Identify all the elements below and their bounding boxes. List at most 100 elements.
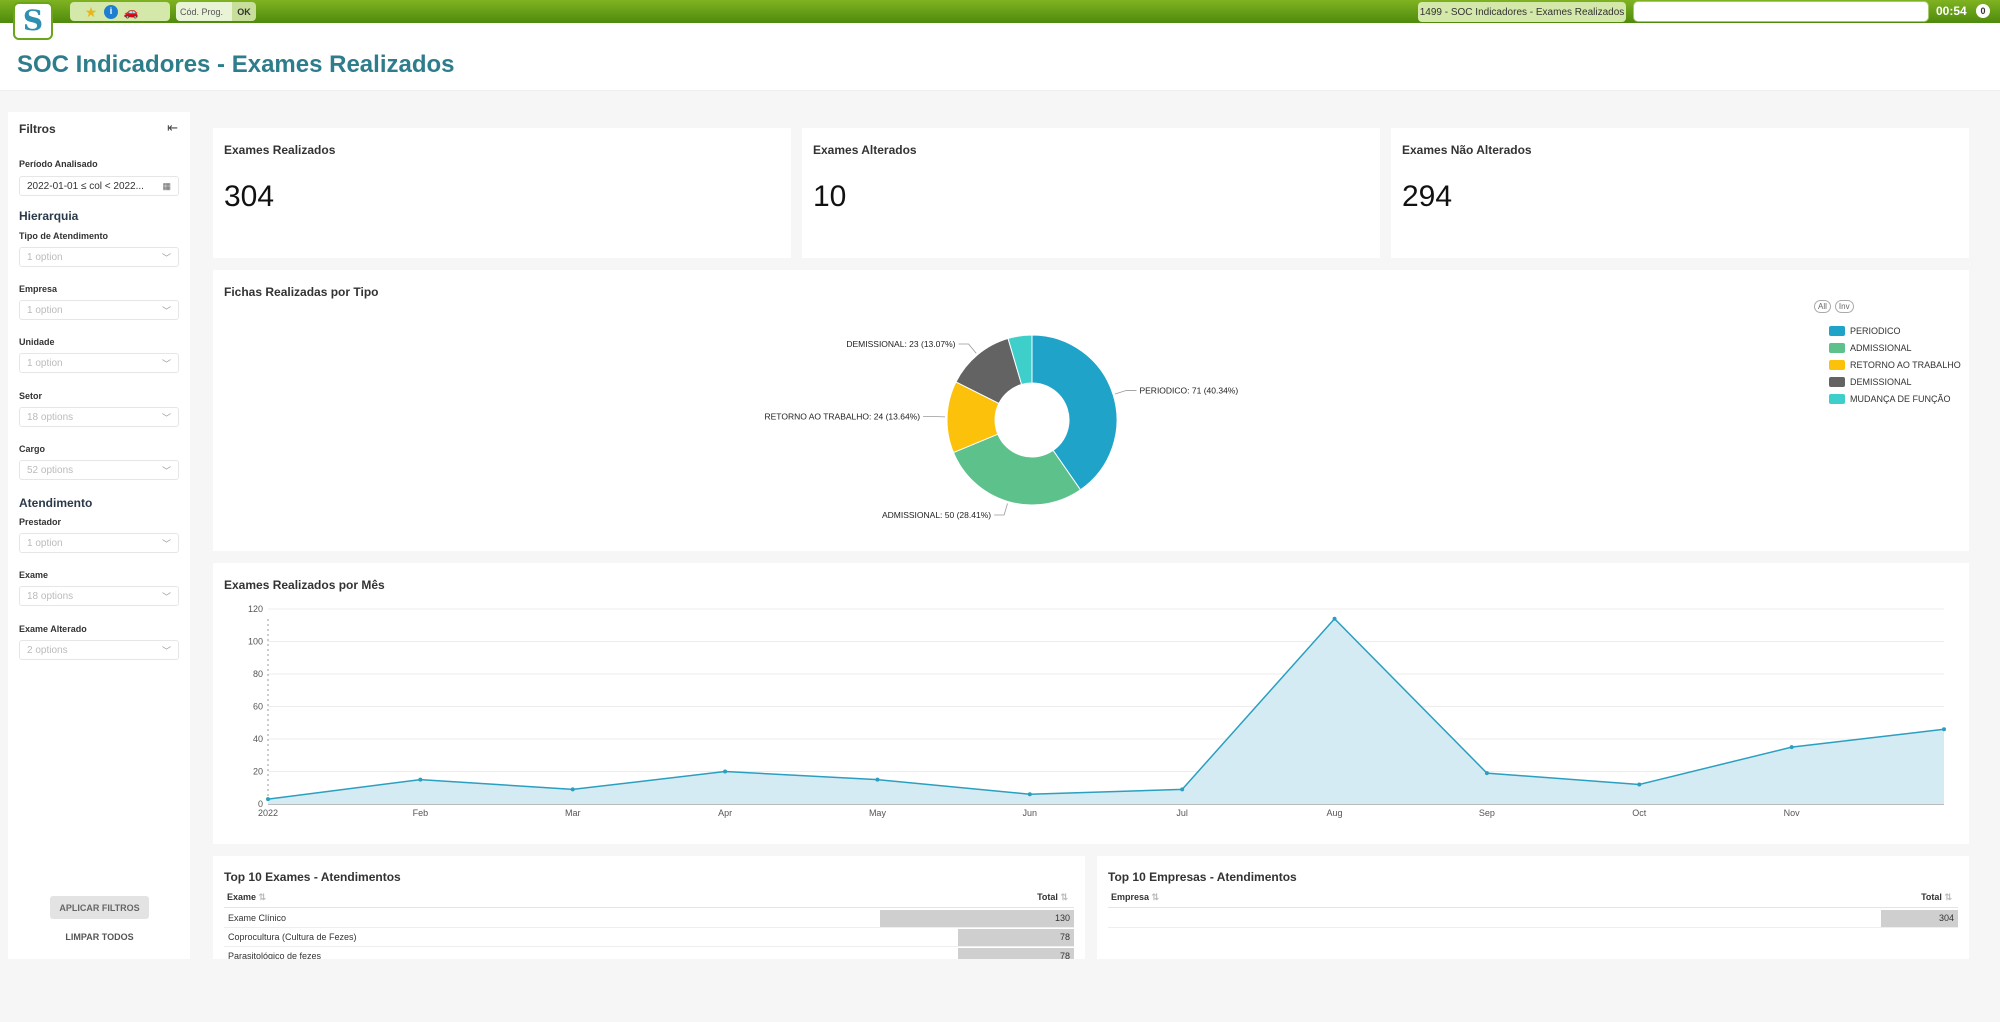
table-row[interactable]: Coprocultura (Cultura de Fezes) 78 — [224, 928, 1074, 947]
unidade-value: 1 option — [27, 357, 63, 369]
x-tick-label: Sep — [1479, 808, 1495, 818]
session-clock: 00:54 — [1936, 4, 1967, 18]
data-point[interactable] — [418, 777, 423, 782]
legend-label: ADMISSIONAL — [1850, 342, 1912, 353]
legend-invert-button[interactable]: Inv — [1834, 300, 1854, 313]
chevron-down-icon: ﹀ — [161, 539, 171, 549]
global-search-input[interactable] — [1633, 1, 1929, 22]
x-tick-label: Mar — [565, 808, 581, 818]
chevron-down-icon: ﹀ — [161, 592, 171, 602]
data-point[interactable] — [1637, 782, 1642, 787]
y-tick-label: 40 — [253, 734, 263, 744]
screen-title-tab[interactable]: 1499 - SOC Indicadores - Exames Realizad… — [1418, 2, 1626, 22]
x-tick-label: May — [869, 808, 887, 818]
setor-select[interactable]: 18 options ﹀ — [19, 407, 179, 427]
exame-alterado-select[interactable]: 2 options ﹀ — [19, 640, 179, 660]
program-code-ok-button[interactable]: OK — [232, 2, 256, 21]
x-tick-label: Feb — [413, 808, 429, 818]
x-tick-label: Aug — [1327, 808, 1343, 818]
kpi-nao-alterados-value: 294 — [1402, 180, 1453, 213]
total-column-header[interactable]: Total ⇅ — [1921, 892, 1952, 903]
pie-chart-card: Fichas Realizadas por Tipo PERIODICO: 71… — [213, 270, 1969, 551]
y-tick-label: 80 — [253, 669, 263, 679]
collapse-sidebar-icon[interactable]: ⇤ — [167, 120, 178, 136]
table-row[interactable]: Parasitológico de fezes 78 — [224, 947, 1074, 959]
kpi-realizados-value: 304 — [224, 180, 275, 213]
app-logo[interactable]: S — [13, 2, 53, 40]
top-exames-table-card: Top 10 Exames - Atendimentos Exame ⇅ Tot… — [213, 856, 1085, 959]
line-chart-card: Exames Realizados por Mês 0 20 40 60 80 100 12… — [213, 563, 1969, 844]
sort-icon: ⇅ — [258, 892, 267, 902]
area-fill — [268, 618, 1944, 804]
tipo-atendimento-label: Tipo de Atendimento — [19, 231, 108, 241]
legend-swatch — [1829, 376, 1845, 387]
data-point[interactable] — [1180, 787, 1185, 792]
total-column-label: Total — [1921, 892, 1942, 902]
data-point[interactable] — [1484, 771, 1489, 776]
kpi-alterados-value: 10 — [813, 180, 847, 213]
favorites-toolbar: ★ i 🚗 — [70, 2, 170, 21]
kpi-card-realizados: Exames Realizados 304 — [213, 128, 791, 258]
data-point[interactable] — [570, 787, 575, 792]
pie-slice-label: PERIODICO: 71 (40.34%) — [1139, 385, 1238, 395]
sort-icon: ⇅ — [1151, 892, 1160, 902]
program-code-input[interactable]: Cód. Prog. — [176, 2, 232, 21]
notification-badge[interactable]: 0 — [1976, 4, 1990, 18]
data-point[interactable] — [723, 769, 728, 774]
empresa-column-label: Empresa — [1111, 892, 1150, 902]
data-point[interactable] — [1942, 727, 1946, 732]
cargo-select[interactable]: 52 options ﹀ — [19, 460, 179, 480]
sort-icon: ⇅ — [1060, 892, 1068, 902]
tipo-atendimento-select[interactable]: 1 option ﹀ — [19, 247, 179, 267]
x-tick-label: Jun — [1023, 808, 1038, 818]
unidade-select[interactable]: 1 option ﹀ — [19, 353, 179, 373]
kpi-realizados-title: Exames Realizados — [224, 143, 336, 157]
legend-swatch — [1829, 393, 1845, 404]
legend-label: RETORNO AO TRABALHO — [1850, 359, 1961, 370]
data-point[interactable] — [1332, 616, 1337, 621]
table-row[interactable]: 304 — [1108, 909, 1958, 928]
apply-filters-button[interactable]: APLICAR FILTROS — [50, 896, 149, 919]
kpi-card-alterados: Exames Alterados 10 — [802, 128, 1380, 258]
legend-item[interactable]: DEMISSIONAL — [1829, 373, 1961, 390]
period-date-range-input[interactable]: 2022-01-01 ≤ col < 2022... ▦ — [19, 176, 179, 196]
top-empresas-table-card: Top 10 Empresas - Atendimentos Empresa ⇅… — [1097, 856, 1969, 959]
total-column-header[interactable]: Total ⇅ — [1037, 892, 1068, 903]
data-point[interactable] — [1789, 745, 1794, 750]
calendar-icon: ▦ — [162, 181, 171, 191]
legend-item[interactable]: MUDANÇA DE FUNÇÃO — [1829, 390, 1961, 407]
empresa-column-header[interactable]: Empresa ⇅ — [1111, 892, 1159, 903]
data-point[interactable] — [1027, 792, 1032, 797]
legend-item[interactable]: ADMISSIONAL — [1829, 339, 1961, 356]
legend-item[interactable]: RETORNO AO TRABALHO — [1829, 356, 1961, 373]
table-row[interactable]: Exame Clínico 130 — [224, 909, 1074, 928]
exame-select[interactable]: 18 options ﹀ — [19, 586, 179, 606]
exame-alterado-value: 2 options — [27, 644, 68, 656]
row-total: 304 — [1938, 913, 1954, 923]
clear-filters-button[interactable]: LIMPAR TODOS — [50, 927, 149, 947]
row-name: Exame Clínico — [228, 913, 287, 923]
top-exames-title: Top 10 Exames - Atendimentos — [224, 870, 401, 884]
exame-column-label: Exame — [227, 892, 257, 902]
row-value-bar — [957, 948, 1074, 959]
y-tick-label: 100 — [248, 637, 263, 647]
setor-value: 18 options — [27, 411, 74, 423]
legend-swatch — [1829, 359, 1845, 370]
data-point[interactable] — [266, 797, 270, 802]
empresa-label: Empresa — [19, 284, 58, 294]
chevron-down-icon: ﹀ — [161, 306, 171, 316]
exame-alterado-label: Exame Alterado — [19, 624, 87, 634]
prestador-select[interactable]: 1 option ﹀ — [19, 533, 179, 553]
data-point[interactable] — [875, 777, 880, 782]
exame-label: Exame — [19, 570, 49, 580]
pie-slice-label: RETORNO AO TRABALHO: 24 (13.64%) — [764, 411, 920, 421]
legend-item[interactable]: PERIODICO — [1829, 322, 1961, 339]
legend-all-button[interactable]: All — [1814, 300, 1831, 313]
exame-column-header[interactable]: Exame ⇅ — [227, 892, 266, 903]
car-icon[interactable]: 🚗 — [124, 5, 139, 19]
favorites-star-icon[interactable]: ★ — [84, 5, 98, 19]
info-icon[interactable]: i — [104, 4, 118, 19]
x-tick-label: Apr — [718, 808, 732, 818]
kpi-nao-alterados-title: Exames Não Alterados — [1402, 143, 1532, 157]
empresa-select[interactable]: 1 option ﹀ — [19, 300, 179, 320]
